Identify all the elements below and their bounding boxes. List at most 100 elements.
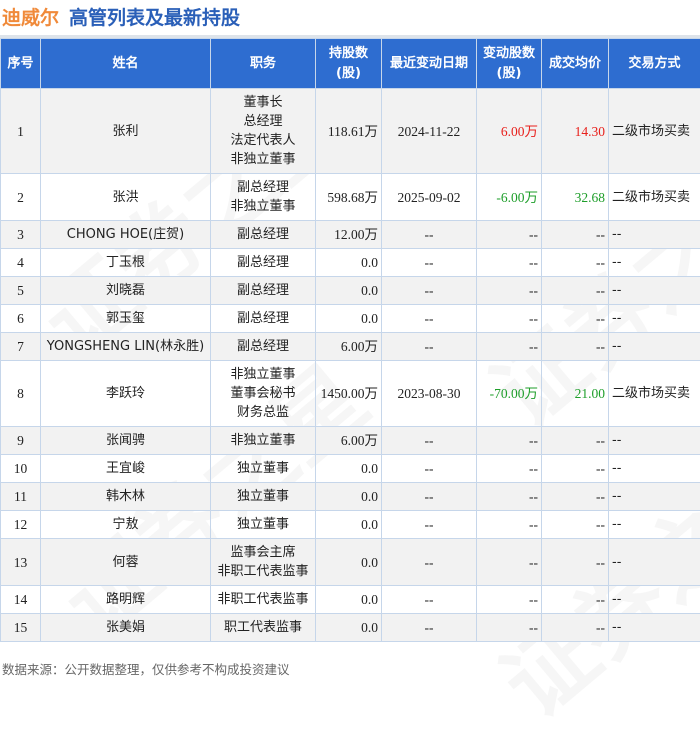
table-header: 序号姓名职务持股数 (股)最近变动日期变动股数 (股)成交均价交易方式 [1,39,700,89]
table-row: 2张洪副总经理非独立董事598.68万2025-09-02-6.00万32.68… [1,174,700,221]
col-trade-method-header: 交易方式 [609,39,700,89]
shares-held: 0.0 [316,539,382,586]
executive-positions: 独立董事 [211,455,316,483]
avg-price: 32.68 [542,174,609,221]
table-row: 3CHONG HOE(庄贺)副总经理12.00万-------- [1,221,700,249]
shares-held: 6.00万 [316,333,382,361]
executive-name: YONGSHENG LIN(林永胜) [41,333,211,361]
change-date: -- [382,455,477,483]
change-shares: -- [477,539,542,586]
avg-price: -- [542,614,609,642]
position-title: 副总经理 [213,309,313,328]
executive-positions: 独立董事 [211,483,316,511]
executive-positions: 副总经理 [211,249,316,277]
trade-method: 二级市场买卖 [609,89,700,174]
executive-positions: 独立董事 [211,511,316,539]
executive-positions: 副总经理非独立董事 [211,174,316,221]
change-shares: -- [477,221,542,249]
change-date: -- [382,511,477,539]
executive-name: 李跃玲 [41,361,211,427]
position-title: 独立董事 [213,487,313,506]
row-index: 5 [1,277,41,305]
position-title: 非职工代表监事 [213,562,313,581]
trade-method: -- [609,586,700,614]
change-date: 2025-09-02 [382,174,477,221]
row-index: 2 [1,174,41,221]
row-index: 4 [1,249,41,277]
trade-method: 二级市场买卖 [609,361,700,427]
change-shares: -- [477,483,542,511]
table-row: 6郭玉玺副总经理0.0-------- [1,305,700,333]
trade-method: -- [609,221,700,249]
trade-method: -- [609,277,700,305]
change-shares: -6.00万 [477,174,542,221]
change-shares: -- [477,249,542,277]
trade-method: -- [609,539,700,586]
trade-method: -- [609,511,700,539]
executive-positions: 副总经理 [211,221,316,249]
position-title: 总经理 [213,112,313,131]
executive-positions: 副总经理 [211,333,316,361]
shares-held: 12.00万 [316,221,382,249]
executive-name: 韩木林 [41,483,211,511]
row-index: 3 [1,221,41,249]
position-title: 非职工代表监事 [213,590,313,609]
col-shares-header: 持股数 (股) [316,39,382,89]
change-shares: -- [477,427,542,455]
avg-price: -- [542,455,609,483]
shares-held: 0.0 [316,483,382,511]
executive-positions: 非职工代表监事 [211,586,316,614]
executives-table: 序号姓名职务持股数 (股)最近变动日期变动股数 (股)成交均价交易方式 1张利董… [0,38,700,642]
executive-positions: 职工代表监事 [211,614,316,642]
position-title: 独立董事 [213,459,313,478]
shares-held: 0.0 [316,586,382,614]
change-shares: -- [477,305,542,333]
trade-method: -- [609,483,700,511]
page-subtitle: 高管列表及最新持股 [69,7,240,29]
executive-positions: 副总经理 [211,305,316,333]
table-row: 11韩木林独立董事0.0-------- [1,483,700,511]
executive-positions: 监事会主席非职工代表监事 [211,539,316,586]
position-title: 财务总监 [213,403,313,422]
change-shares: -70.00万 [477,361,542,427]
shares-held: 0.0 [316,511,382,539]
executive-positions: 董事长总经理法定代表人非独立董事 [211,89,316,174]
change-shares: -- [477,614,542,642]
change-date: -- [382,333,477,361]
position-title: 副总经理 [213,253,313,272]
row-index: 9 [1,427,41,455]
position-title: 副总经理 [213,225,313,244]
row-index: 7 [1,333,41,361]
shares-held: 0.0 [316,277,382,305]
change-date: -- [382,614,477,642]
avg-price: -- [542,539,609,586]
change-shares: -- [477,511,542,539]
trade-method: -- [609,333,700,361]
change-shares: -- [477,333,542,361]
position-title: 法定代表人 [213,131,313,150]
executive-name: 郭玉玺 [41,305,211,333]
executive-name: 张洪 [41,174,211,221]
row-index: 1 [1,89,41,174]
change-date: 2023-08-30 [382,361,477,427]
executive-positions: 非独立董事 [211,427,316,455]
table-row: 13何蓉监事会主席非职工代表监事0.0-------- [1,539,700,586]
position-title: 职工代表监事 [213,618,313,637]
executive-name: 刘晓磊 [41,277,211,305]
change-date: 2024-11-22 [382,89,477,174]
trade-method: -- [609,427,700,455]
trade-method: -- [609,305,700,333]
table-row: 15张美娟职工代表监事0.0-------- [1,614,700,642]
table-row: 12宁敖独立董事0.0-------- [1,511,700,539]
executive-name: 张闻骋 [41,427,211,455]
col-change-date-header: 最近变动日期 [382,39,477,89]
change-shares: -- [477,277,542,305]
data-source-note: 数据来源：公开数据整理，仅供参考不构成投资建议 [2,659,290,678]
avg-price: -- [542,277,609,305]
table-row: 1张利董事长总经理法定代表人非独立董事118.61万2024-11-226.00… [1,89,700,174]
shares-held: 598.68万 [316,174,382,221]
trade-method: 二级市场买卖 [609,174,700,221]
avg-price: 14.30 [542,89,609,174]
shares-held: 0.0 [316,614,382,642]
executive-name: 王宜峻 [41,455,211,483]
